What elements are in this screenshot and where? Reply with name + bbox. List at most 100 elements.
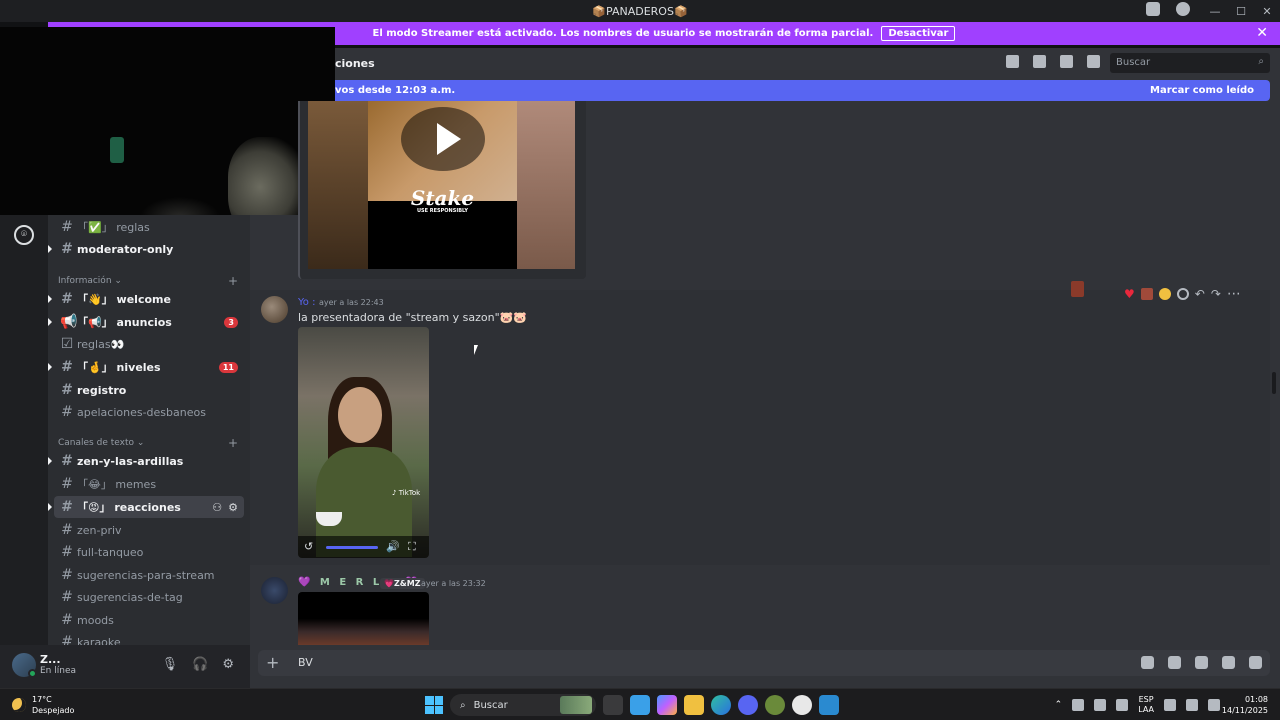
add-reaction-icon[interactable] — [1176, 288, 1189, 300]
pin-icon[interactable] — [1060, 55, 1073, 68]
discord-icon[interactable] — [738, 695, 758, 715]
microphone-icon[interactable]: 🎙 — [162, 657, 179, 672]
sidebar-item-full-tanqueo[interactable]: # full-tanqueo — [48, 541, 250, 563]
search-input[interactable]: Buscar ⌕ — [1110, 53, 1270, 73]
mark-as-read-button[interactable]: Marcar como leído — [1150, 85, 1254, 96]
help-icon[interactable] — [1176, 2, 1190, 16]
new-messages-bar[interactable]: vos desde 12:03 a.m. Marcar como leído — [335, 80, 1270, 101]
sidebar-item-karaoke[interactable]: # karaoke — [48, 631, 250, 645]
sidebar-item-registro[interactable]: # registro — [48, 379, 250, 401]
clock[interactable]: 01:08 14/11/2025 — [1222, 694, 1268, 716]
emoji-reaction-icon[interactable] — [1140, 288, 1153, 300]
user-settings-icon[interactable]: ⚙ — [222, 657, 234, 672]
message-image[interactable] — [298, 592, 429, 645]
battery-icon[interactable] — [1208, 699, 1220, 711]
volume-icon[interactable] — [1186, 699, 1198, 711]
discover-icon[interactable]: ⌾ — [14, 225, 34, 245]
scrollbar-thumb[interactable] — [1272, 372, 1276, 394]
more-options-icon[interactable]: ⋯ — [1227, 286, 1241, 302]
message-input[interactable]: BV — [298, 656, 313, 669]
task-view-icon[interactable] — [603, 695, 623, 715]
headphones-icon[interactable]: 🎧 — [192, 657, 208, 672]
heart-reaction-icon[interactable]: ♥ — [1124, 287, 1135, 301]
taskbar-search[interactable]: ⌕ Buscar — [450, 694, 596, 716]
copilot-icon[interactable] — [657, 695, 677, 715]
channel-label: karaoke — [77, 635, 121, 646]
sidebar-item-reglas-rules[interactable]: ☑ reglas👀 — [48, 333, 250, 355]
close-window-button[interactable]: ✕ — [1254, 5, 1280, 18]
attach-icon[interactable]: + — [266, 653, 279, 672]
sidebar-item-reacciones[interactable]: # 「😡」 reacciones ⚇ ⚙ — [48, 496, 244, 518]
gift-icon[interactable] — [1141, 656, 1154, 669]
apps-icon[interactable] — [1249, 656, 1262, 669]
search-icon: ⌕ — [1258, 56, 1264, 67]
play-icon[interactable] — [401, 107, 485, 171]
mic-icon[interactable] — [1116, 699, 1129, 711]
maximize-button[interactable]: ☐ — [1228, 5, 1254, 18]
deactivate-streamer-button[interactable]: Desactivar — [881, 26, 956, 41]
network-icon[interactable] — [1164, 699, 1176, 711]
channel-label: sugerencias-de-tag — [77, 590, 183, 604]
gif-icon[interactable] — [1168, 656, 1181, 669]
laugh-reaction-icon[interactable] — [1158, 288, 1171, 300]
threads-icon[interactable] — [1006, 55, 1019, 68]
reply-icon[interactable]: ↶ — [1195, 287, 1205, 301]
sticker-icon[interactable] — [1195, 656, 1208, 669]
add-channel-icon[interactable]: + — [228, 436, 238, 450]
edge-icon[interactable] — [711, 695, 731, 715]
replay-icon[interactable]: ↺ — [304, 540, 313, 553]
add-channel-icon[interactable]: + — [228, 274, 238, 288]
volume-icon[interactable]: 🔊 — [386, 540, 400, 553]
inbox-icon[interactable] — [1146, 2, 1160, 16]
sync-icon[interactable] — [1072, 699, 1085, 711]
emoji-icon[interactable] — [1222, 656, 1235, 669]
app-icon[interactable] — [819, 695, 839, 715]
video-thumbnail[interactable]: Stake USE RESPONSIBLY — [308, 101, 575, 269]
minimize-button[interactable]: — — [1202, 5, 1228, 18]
store-icon[interactable] — [630, 695, 650, 715]
members-icon[interactable] — [1087, 55, 1100, 68]
message-video[interactable]: ♪ TikTok ↺ 🔊 ⛶ — [298, 327, 429, 558]
sidebar-item-moods[interactable]: # moods — [48, 609, 250, 631]
file-explorer-icon[interactable] — [684, 695, 704, 715]
fullscreen-icon[interactable]: ⛶ — [408, 540, 416, 554]
search-highlight-art — [560, 696, 592, 714]
settings-icon[interactable]: ⚙ — [228, 501, 238, 514]
avatar[interactable] — [261, 296, 288, 323]
sidebar-item-sugerencias-de-tag[interactable]: # sugerencias-de-tag — [48, 586, 250, 608]
channel-label: apelaciones-desbaneos — [77, 405, 206, 419]
sidebar-item-moderator-only[interactable]: # moderator-only — [48, 238, 250, 260]
message-author[interactable]: Yo : — [298, 297, 315, 308]
windows-start-icon[interactable] — [425, 696, 443, 714]
sidebar-item-zen-y-las-ardillas[interactable]: # zen-y-las-ardillas — [48, 450, 250, 472]
sidebar-item-welcome[interactable]: # 「👋」 welcome — [48, 288, 250, 310]
sidebar-item-anuncios[interactable]: 📢 「📢」 anuncios 3 — [48, 311, 250, 333]
avatar[interactable] — [261, 577, 288, 604]
chevron-up-icon[interactable]: ⌃ — [1055, 700, 1063, 710]
onedrive-icon[interactable] — [1094, 699, 1107, 711]
hash-icon: # — [61, 219, 73, 235]
obs-icon[interactable] — [792, 695, 812, 715]
sidebar-item-memes[interactable]: # 「😂」 memes — [48, 473, 250, 495]
sidebar-item-reglas[interactable]: # 「✅」 reglas — [48, 216, 250, 238]
invite-icon[interactable]: ⚇ — [212, 501, 222, 514]
progress-bar[interactable] — [326, 546, 378, 549]
hash-icon: # — [61, 359, 73, 375]
sidebar-item-apelaciones-desbaneos[interactable]: # apelaciones-desbaneos — [48, 401, 250, 423]
username[interactable]: Z... — [40, 653, 61, 666]
language-indicator[interactable]: ESP LAA — [1138, 695, 1154, 715]
weather-widget[interactable]: 17°C Despejado — [12, 694, 74, 716]
sidebar-item-niveles[interactable]: # 「🤞」 niveles 11 — [48, 356, 250, 378]
online-status-icon — [28, 669, 37, 678]
moon-icon — [12, 698, 26, 712]
close-banner-icon[interactable]: ✕ — [1256, 25, 1268, 41]
category-informacion[interactable]: Información ⌄ + — [58, 274, 238, 288]
sidebar-item-sugerencias-para-stream[interactable]: # sugerencias-para-stream — [48, 564, 250, 586]
sidebar-item-zen-priv[interactable]: # zen-priv — [48, 519, 250, 541]
category-canales-de-texto[interactable]: Canales de texto ⌄ + — [58, 436, 238, 450]
message-composer[interactable]: + BV — [258, 650, 1270, 676]
unread-indicator — [48, 245, 52, 253]
app-icon[interactable] — [765, 695, 785, 715]
notifications-icon[interactable] — [1033, 55, 1046, 68]
forward-icon[interactable]: ↷ — [1211, 287, 1221, 301]
